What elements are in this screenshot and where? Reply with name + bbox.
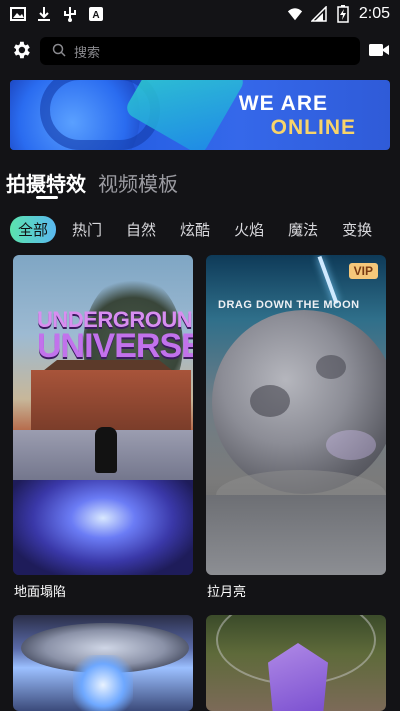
chip-nature[interactable]: 自然	[118, 216, 164, 243]
banner-line2: ONLINE	[270, 116, 356, 139]
chip-magic[interactable]: 魔法	[280, 216, 326, 243]
card-thumbnail-building	[31, 370, 191, 430]
chip-transform[interactable]: 变换	[334, 216, 380, 243]
card-thumbnail-crystals	[13, 480, 193, 575]
usb-icon	[62, 6, 78, 22]
tab-video-templates[interactable]: 视频模板	[98, 168, 178, 197]
vip-badge: VIP	[348, 263, 378, 279]
chip-hot[interactable]: 热门	[64, 216, 110, 243]
effect-card-pull-moon[interactable]: DRAG DOWN THE MOON VIP	[206, 255, 386, 575]
lightning-bolt-shape	[317, 255, 339, 305]
image-icon	[10, 6, 26, 22]
main-tabs: 拍摄特效 视频模板	[6, 168, 178, 197]
download-icon	[36, 6, 52, 22]
status-time: 2:05	[358, 5, 390, 22]
status-left-icons: A	[10, 6, 104, 22]
battery-charging-icon	[335, 5, 351, 23]
promo-banner[interactable]: WE ARE ONLINE	[10, 80, 390, 150]
signal-icon	[310, 6, 327, 22]
search-input[interactable]: 搜索	[40, 37, 360, 65]
video-camera-icon[interactable]	[368, 41, 390, 59]
category-chips: 全部 热门 自然 炫酷 火焰 魔法 变换	[10, 216, 380, 243]
card-thumbnail-beam	[73, 655, 133, 711]
card-overlay-text: DRAG DOWN THE MOON	[218, 299, 360, 311]
search-placeholder: 搜索	[74, 45, 101, 61]
moon-glow	[326, 430, 376, 460]
wifi-icon	[287, 6, 303, 22]
chip-all[interactable]: 全部	[10, 216, 57, 243]
effect-card-ufo[interactable]	[13, 615, 193, 711]
tab-capture-effects[interactable]: 拍摄特效	[6, 168, 86, 197]
app-a-icon: A	[88, 6, 104, 22]
banner-line1: WE ARE	[238, 92, 328, 115]
moon-crater	[316, 355, 346, 379]
svg-text:A: A	[92, 10, 99, 21]
effect-card-crystal-head[interactable]	[206, 615, 386, 711]
card-thumbnail-person	[95, 427, 117, 473]
active-tab-indicator	[36, 196, 58, 199]
status-right-icons: 2:05	[287, 5, 390, 23]
card-thumbnail-ground	[206, 495, 386, 575]
status-bar: A 2:05	[0, 0, 400, 28]
card-thumbnail-moon	[212, 310, 386, 494]
chip-cool[interactable]: 炫酷	[172, 216, 218, 243]
card-title: 地面塌陷	[14, 585, 67, 600]
top-bar: 搜索	[0, 34, 400, 66]
card-overlay-text-line2: UNIVERSE	[37, 327, 193, 365]
moon-crater	[250, 385, 290, 417]
search-icon	[52, 42, 66, 61]
chip-fire[interactable]: 火焰	[226, 216, 272, 243]
gear-icon[interactable]	[10, 39, 32, 61]
effect-card-ground-collapse[interactable]: UNDERGROUND UNIVERSE	[13, 255, 193, 575]
card-title: 拉月亮	[207, 585, 247, 600]
